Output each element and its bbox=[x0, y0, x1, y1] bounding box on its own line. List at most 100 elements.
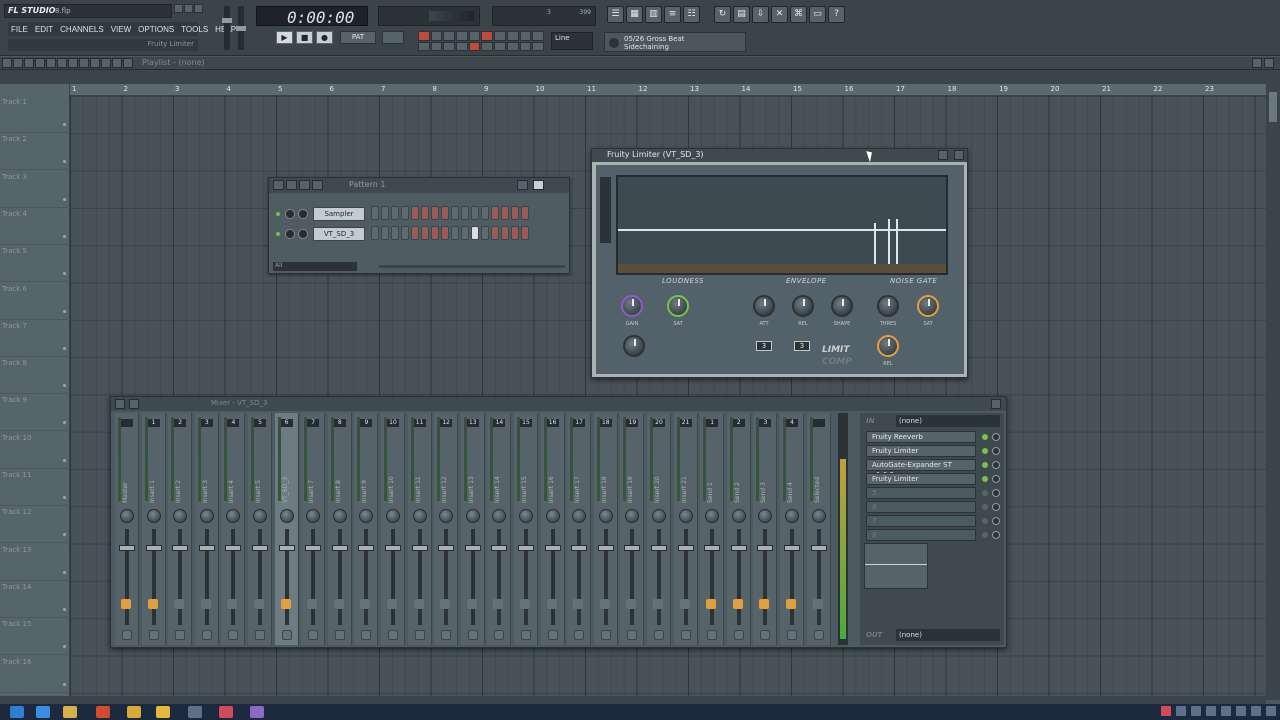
mode-icon[interactable] bbox=[494, 41, 506, 51]
mixer-track[interactable]: 21 Insert 21 bbox=[673, 413, 698, 645]
mixer-track[interactable]: 16 Insert 16 bbox=[540, 413, 565, 645]
send-switch[interactable] bbox=[360, 599, 371, 609]
limiter-header[interactable]: Fruity Limiter (VT_SD_3) bbox=[592, 149, 967, 162]
fl-studio-icon[interactable] bbox=[156, 706, 170, 718]
track-header[interactable]: Track 11 bbox=[0, 469, 70, 506]
send-switch[interactable] bbox=[147, 599, 158, 609]
step-button[interactable] bbox=[471, 206, 479, 220]
effect-mix-knob[interactable] bbox=[992, 433, 1000, 441]
effect-mix-knob[interactable] bbox=[992, 489, 1000, 497]
mode-icon[interactable] bbox=[532, 31, 544, 41]
help-icon[interactable]: ? bbox=[828, 6, 845, 23]
track-pan-knob[interactable] bbox=[386, 509, 400, 523]
track-header[interactable]: Track 2 bbox=[0, 133, 70, 171]
track-header[interactable]: Track 1 bbox=[0, 96, 70, 133]
track-fader[interactable] bbox=[524, 529, 528, 625]
route-button[interactable] bbox=[707, 630, 718, 640]
preset-arrows-icon[interactable] bbox=[938, 150, 948, 160]
track-pan-knob[interactable] bbox=[625, 509, 640, 523]
track-pan-knob[interactable] bbox=[173, 509, 188, 523]
send-switch[interactable] bbox=[759, 599, 770, 609]
close-icon[interactable] bbox=[194, 4, 203, 13]
track-fader[interactable] bbox=[470, 529, 475, 625]
stop-button[interactable]: ■ bbox=[296, 31, 313, 44]
mixer-track[interactable]: 10 Insert 10 bbox=[381, 413, 405, 645]
mixer-track[interactable]: 1 Insert 1 bbox=[141, 413, 166, 645]
route-button[interactable] bbox=[787, 630, 797, 640]
step-button[interactable] bbox=[421, 206, 429, 220]
route-button[interactable] bbox=[334, 630, 345, 640]
limit-mode[interactable]: LIMIT bbox=[822, 345, 850, 355]
send-switch[interactable] bbox=[200, 599, 211, 609]
track-pan-knob[interactable] bbox=[120, 509, 134, 523]
effect-mix-knob[interactable] bbox=[992, 531, 1000, 539]
send-switch[interactable] bbox=[254, 599, 264, 609]
mixer-track[interactable]: 20 Insert 20 bbox=[647, 413, 671, 645]
route-button[interactable] bbox=[361, 630, 372, 640]
step-button[interactable] bbox=[381, 226, 389, 240]
effect-slot[interactable]: 6 bbox=[866, 501, 976, 513]
send-switch[interactable] bbox=[706, 599, 717, 609]
mixer-track[interactable]: 17 Insert 17 bbox=[567, 413, 592, 645]
channel-filter[interactable]: All bbox=[273, 262, 357, 271]
step-button[interactable] bbox=[451, 226, 459, 240]
send-switch[interactable] bbox=[626, 599, 637, 609]
send-switch[interactable] bbox=[812, 599, 823, 609]
effect-enable-led[interactable] bbox=[982, 490, 988, 496]
comp-mode[interactable]: COMP bbox=[822, 357, 852, 367]
pattern-icon[interactable] bbox=[312, 180, 323, 190]
paint-icon[interactable] bbox=[35, 58, 45, 68]
fader-handle[interactable] bbox=[198, 545, 215, 551]
send-switch[interactable] bbox=[493, 599, 504, 609]
fader-handle[interactable] bbox=[438, 545, 455, 551]
piano-roll-icon[interactable]: ▥ bbox=[645, 6, 662, 23]
fader-handle[interactable] bbox=[278, 545, 295, 551]
time-display[interactable]: 0:00:00 bbox=[256, 6, 368, 27]
mode-icon[interactable] bbox=[456, 41, 468, 51]
step-button[interactable] bbox=[511, 226, 519, 240]
track-pan-knob[interactable] bbox=[519, 509, 533, 523]
play-button[interactable]: ▶ bbox=[276, 31, 293, 44]
graph-editor-icon[interactable] bbox=[517, 180, 528, 190]
route-button[interactable] bbox=[547, 630, 558, 640]
mode-icon[interactable] bbox=[494, 31, 506, 41]
fader-handle[interactable] bbox=[624, 545, 641, 551]
track-header[interactable]: Track 8 bbox=[0, 357, 70, 395]
rec-mode-icon[interactable] bbox=[481, 31, 494, 41]
track-mute-icon[interactable] bbox=[63, 160, 66, 164]
route-button[interactable] bbox=[148, 630, 159, 640]
link-icon[interactable]: ⌘ bbox=[790, 6, 807, 23]
mixer-track[interactable]: 3 Insert 3 bbox=[194, 413, 219, 645]
mixer-track[interactable]: 4 Insert 4 bbox=[221, 413, 246, 645]
track-pan-knob[interactable] bbox=[359, 509, 374, 523]
track-pan-knob[interactable] bbox=[465, 509, 480, 523]
mode-icon[interactable] bbox=[532, 41, 544, 51]
zoom-icon[interactable] bbox=[90, 58, 100, 68]
mixer-track[interactable]: 14 Insert 14 bbox=[487, 413, 512, 645]
track-header[interactable]: Track 3 bbox=[0, 171, 70, 208]
step-button[interactable] bbox=[451, 206, 459, 220]
bar-ruler[interactable]: 1 2 3 4 5 6 7 8 9 10 11 12 13 14 15 16 17 18 19 20 21 22 23 bbox=[70, 84, 1266, 96]
route-button[interactable] bbox=[175, 630, 186, 640]
step-button[interactable] bbox=[491, 206, 499, 220]
step-button[interactable] bbox=[521, 206, 529, 220]
mode-icon[interactable] bbox=[481, 41, 494, 51]
track-pan-knob[interactable] bbox=[146, 509, 161, 523]
select-icon[interactable] bbox=[79, 58, 89, 68]
send-switch[interactable] bbox=[679, 599, 690, 609]
export-icon[interactable]: ⇩ bbox=[752, 6, 769, 23]
effect-slot[interactable]: Fruity Limiter bbox=[866, 473, 976, 485]
channel-pan-knob[interactable] bbox=[298, 229, 308, 239]
mode-icon[interactable] bbox=[519, 31, 532, 41]
mode-icon[interactable] bbox=[468, 31, 481, 41]
track-fader[interactable] bbox=[683, 529, 688, 625]
fader-handle[interactable] bbox=[677, 545, 694, 551]
fader-handle[interactable] bbox=[730, 545, 747, 551]
step-button[interactable] bbox=[381, 206, 389, 220]
track-fader[interactable] bbox=[417, 529, 422, 625]
mode-icon[interactable] bbox=[443, 31, 456, 41]
tray-icon[interactable] bbox=[1206, 706, 1216, 716]
gate-release-knob[interactable] bbox=[877, 335, 899, 357]
menu-icon[interactable] bbox=[273, 180, 284, 190]
delete-icon[interactable] bbox=[46, 58, 56, 68]
